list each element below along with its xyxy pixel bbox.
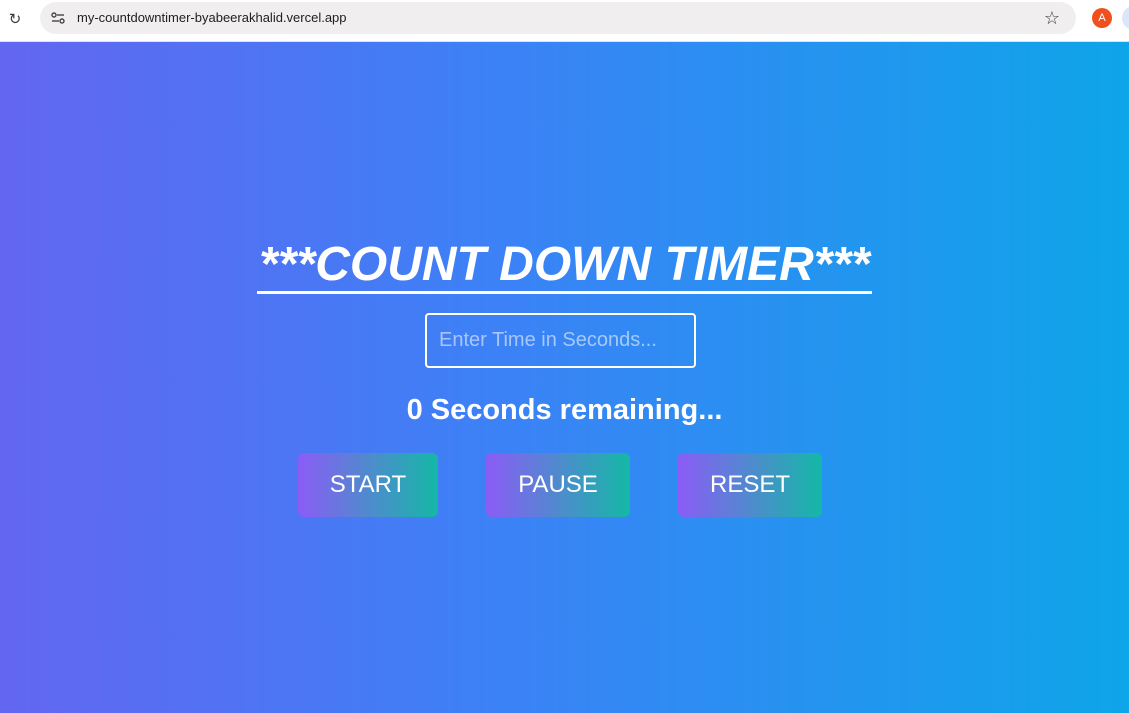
remaining-status: 0 Seconds remaining... [406, 394, 723, 426]
reset-button[interactable]: RESET [678, 453, 822, 517]
reload-icon[interactable]: ↻ [6, 10, 24, 28]
seconds-input[interactable] [425, 313, 696, 368]
address-bar[interactable]: my-countdowntimer-byabeerakhalid.vercel.… [40, 2, 1076, 34]
page-title-text: ***COUNT DOWN TIMER*** [257, 239, 872, 294]
url-text[interactable]: my-countdowntimer-byabeerakhalid.vercel.… [77, 10, 347, 26]
star-icon[interactable]: ☆ [1042, 8, 1062, 28]
site-info-icon[interactable] [50, 10, 66, 26]
timer-page: ***COUNT DOWN TIMER*** 0 Seconds remaini… [0, 42, 1129, 713]
pause-button[interactable]: PAUSE [486, 453, 630, 517]
profile-avatar[interactable]: A [1092, 8, 1112, 28]
browser-toolbar: ↻ my-countdowntimer-byabeerakhalid.verce… [0, 0, 1129, 42]
start-button[interactable]: START [298, 453, 438, 517]
extension-avatar[interactable] [1122, 6, 1129, 30]
page-title: ***COUNT DOWN TIMER*** [0, 237, 1129, 294]
